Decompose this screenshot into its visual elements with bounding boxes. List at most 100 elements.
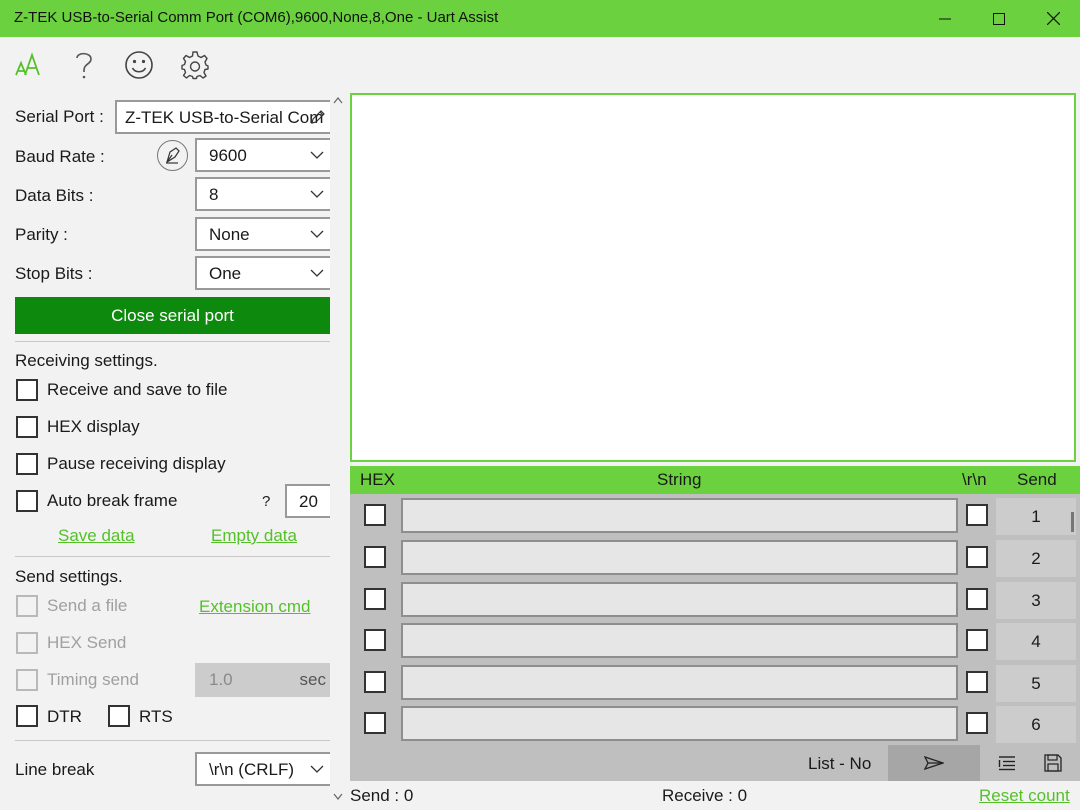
receive-data-area[interactable] — [350, 93, 1076, 462]
divider — [15, 740, 330, 741]
send-row: 2 — [350, 536, 1080, 577]
row-string-input[interactable] — [401, 706, 958, 741]
close-window-button[interactable] — [1026, 0, 1080, 37]
baud-rate-select[interactable]: 9600 — [195, 138, 330, 172]
baud-rate-value: 9600 — [209, 146, 247, 165]
dtr-label: DTR — [47, 707, 82, 726]
timing-value: 1.0 — [209, 670, 233, 689]
row-crlf-checkbox[interactable] — [966, 712, 988, 734]
row-string-input[interactable] — [401, 582, 958, 617]
scroll-down-icon[interactable] — [333, 793, 343, 801]
hex-send-label: HEX Send — [47, 633, 127, 652]
row-string-input[interactable] — [401, 498, 958, 533]
row-string-input[interactable] — [401, 623, 958, 658]
rts-checkbox[interactable] — [108, 705, 130, 727]
pause-display-label: Pause receiving display — [47, 454, 226, 473]
stop-bits-select[interactable]: One — [195, 256, 330, 290]
header-crlf: \r\n — [962, 470, 987, 489]
pause-display-checkbox[interactable] — [16, 453, 38, 475]
row-hex-checkbox[interactable] — [364, 671, 386, 693]
serial-port-value: Z-TEK USB-to-Serial Com — [125, 108, 324, 127]
row-string-input[interactable] — [401, 665, 958, 700]
list-number-label: List - No — [808, 754, 872, 773]
smiley-icon[interactable] — [121, 47, 157, 83]
send-all-button[interactable] — [888, 745, 980, 781]
hex-display-label: HEX display — [47, 417, 140, 436]
timing-interval-input[interactable]: 1.0 sec — [195, 663, 330, 697]
timing-send-checkbox[interactable] — [16, 669, 38, 691]
row-hex-checkbox[interactable] — [364, 504, 386, 526]
receive-save-file-checkbox[interactable] — [16, 379, 38, 401]
chevron-down-icon — [310, 190, 324, 198]
send-row: 4 — [350, 619, 1080, 660]
row-crlf-checkbox[interactable] — [966, 588, 988, 610]
auto-break-help[interactable]: ? — [262, 493, 270, 510]
row-crlf-checkbox[interactable] — [966, 671, 988, 693]
hex-display-checkbox[interactable] — [16, 416, 38, 438]
auto-break-checkbox[interactable] — [16, 490, 38, 512]
gear-icon[interactable] — [177, 47, 213, 83]
row-send-button[interactable]: 2 — [996, 540, 1076, 577]
close-serial-port-button[interactable]: Close serial port — [15, 297, 330, 334]
send-file-label: Send a file — [47, 596, 128, 615]
save-disk-icon[interactable] — [1040, 751, 1066, 775]
stop-bits-label: Stop Bits : — [15, 264, 93, 283]
line-break-select[interactable]: \r\n (CRLF) — [195, 752, 330, 786]
line-break-label: Line break — [15, 760, 95, 779]
auto-break-ms-input[interactable]: 20 — [285, 484, 330, 518]
close-icon — [1046, 12, 1060, 25]
reset-count-link[interactable]: Reset count — [979, 786, 1070, 806]
extension-cmd-link[interactable]: Extension cmd — [199, 597, 311, 617]
row-crlf-checkbox[interactable] — [966, 629, 988, 651]
list-scrollbar-thumb[interactable] — [1071, 512, 1074, 532]
parity-label: Parity : — [15, 225, 68, 244]
serial-port-field[interactable]: Z-TEK USB-to-Serial Com — [115, 100, 330, 134]
row-send-button[interactable]: 4 — [996, 623, 1076, 660]
timing-unit: sec — [299, 670, 326, 689]
settings-panel: Serial Port : Z-TEK USB-to-Serial Com Ba… — [0, 93, 330, 810]
help-icon[interactable] — [66, 47, 102, 83]
custom-baud-button[interactable] — [157, 140, 188, 171]
pen-icon — [165, 147, 180, 164]
send-list: 1 2 3 4 5 6 — [350, 494, 1080, 745]
minimize-button[interactable] — [918, 0, 972, 37]
data-bits-select[interactable]: 8 — [195, 177, 330, 211]
send-arrow-icon — [924, 756, 944, 770]
edit-pencil-icon[interactable] — [310, 109, 326, 125]
serial-port-label: Serial Port : — [15, 107, 104, 126]
auto-break-value: 20 — [299, 492, 318, 511]
chevron-down-icon — [310, 230, 324, 238]
list-icon[interactable] — [994, 751, 1020, 775]
parity-select[interactable]: None — [195, 217, 330, 251]
maximize-button[interactable] — [972, 0, 1026, 37]
send-row: 1 — [350, 494, 1080, 535]
maximize-icon — [993, 12, 1005, 25]
row-hex-checkbox[interactable] — [364, 588, 386, 610]
row-send-button[interactable]: 5 — [996, 665, 1076, 702]
row-hex-checkbox[interactable] — [364, 546, 386, 568]
row-send-button[interactable]: 3 — [996, 582, 1076, 619]
row-string-input[interactable] — [401, 540, 958, 575]
save-data-link[interactable]: Save data — [58, 526, 135, 546]
header-hex: HEX — [360, 470, 395, 489]
row-crlf-checkbox[interactable] — [966, 546, 988, 568]
row-send-button[interactable]: 1 — [996, 498, 1076, 535]
send-row: 6 — [350, 702, 1080, 743]
data-bits-value: 8 — [209, 185, 219, 204]
hex-send-checkbox[interactable] — [16, 632, 38, 654]
row-hex-checkbox[interactable] — [364, 629, 386, 651]
row-send-button[interactable]: 6 — [996, 706, 1076, 743]
scroll-up-icon[interactable] — [333, 96, 343, 104]
timing-send-label: Timing send — [47, 670, 139, 689]
send-file-checkbox[interactable] — [16, 595, 38, 617]
send-row: 5 — [350, 661, 1080, 702]
row-crlf-checkbox[interactable] — [966, 504, 988, 526]
header-string: String — [657, 470, 702, 489]
send-list-header: HEX String \r\n Send — [350, 466, 1080, 494]
dtr-checkbox[interactable] — [16, 705, 38, 727]
divider — [15, 341, 330, 342]
empty-data-link[interactable]: Empty data — [211, 526, 297, 546]
font-size-icon[interactable] — [10, 47, 46, 83]
row-hex-checkbox[interactable] — [364, 712, 386, 734]
rts-label: RTS — [139, 707, 173, 726]
